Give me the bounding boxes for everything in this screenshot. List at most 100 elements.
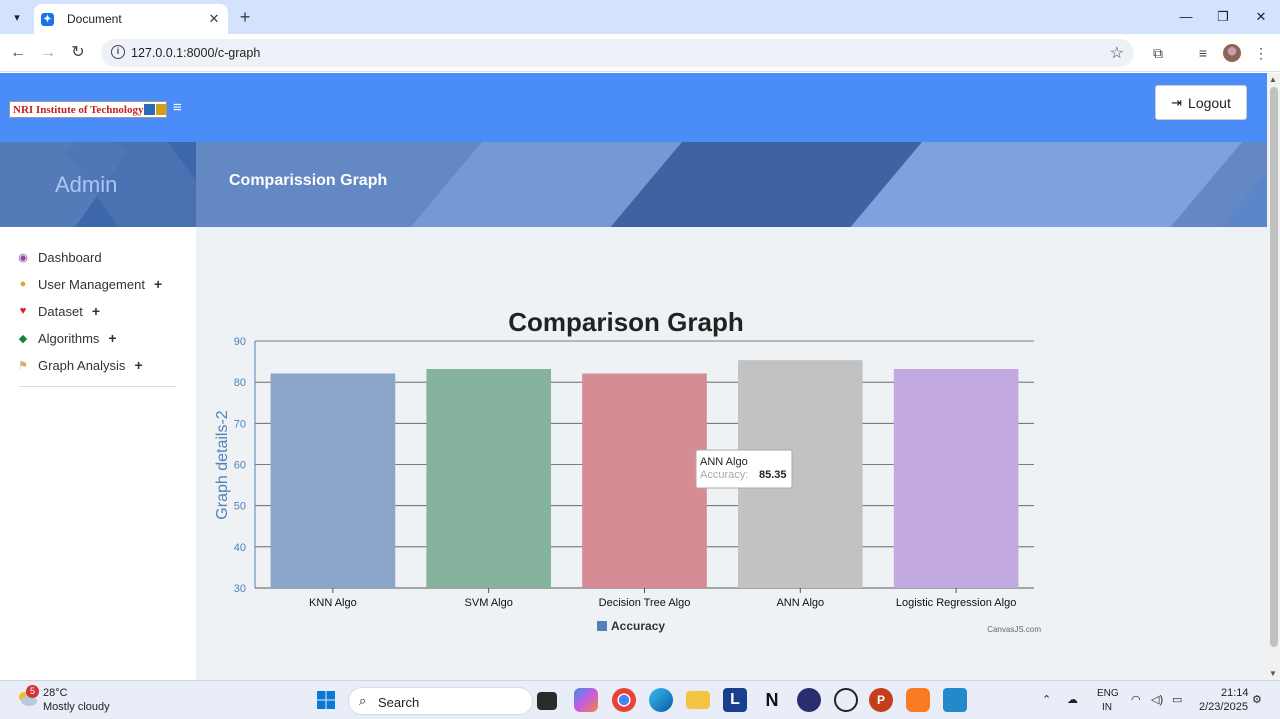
admin-panel-header: Admin (0, 142, 196, 227)
chrome-icon[interactable] (612, 688, 636, 712)
bookmark-star-icon[interactable]: ☆ (1110, 43, 1124, 63)
scroll-up-arrow-icon[interactable]: ▲ (1269, 75, 1277, 84)
sidebar-item-label: Dashboard (38, 249, 102, 265)
bar[interactable] (270, 373, 396, 588)
sidebar-item-graph-analysis[interactable]: ⚑ Graph Analysis + (16, 356, 143, 374)
tray-overflow-chevron-icon[interactable]: ⌃ (1042, 693, 1051, 706)
notification-bell-icon[interactable]: ⚙ (1252, 693, 1262, 706)
sidebar-item-algorithms[interactable]: ◆ Algorithms + (16, 329, 117, 347)
minimize-icon[interactable]: — (1171, 6, 1201, 28)
clock-time[interactable]: 21:14 (1221, 687, 1249, 699)
chatgpt-icon[interactable] (834, 688, 858, 712)
weather-badge: 5 (26, 685, 39, 698)
windows-taskbar: 5 28°C Mostly cloudy ⌕ Search L N P ⌃ ☁ … (0, 680, 1280, 719)
vscode-icon[interactable] (943, 688, 967, 712)
bar[interactable] (582, 373, 707, 588)
logo-text: NRI Institute of Technology (13, 103, 144, 116)
search-label: Search (378, 695, 420, 710)
l-app-icon[interactable]: L (723, 688, 747, 712)
address-bar[interactable]: i 127.0.0.1:8000/c-graph ☆ (101, 39, 1134, 67)
chart-credit[interactable]: CanvasJS.com (987, 625, 1041, 634)
clock-date[interactable]: 2/23/2025 (1199, 701, 1248, 713)
browser-menu-icon[interactable]: ⋮ (1251, 43, 1271, 63)
back-arrow-icon[interactable]: ← (7, 42, 29, 64)
expand-plus-icon[interactable]: + (134, 357, 142, 373)
naac-badge-icon (155, 104, 166, 115)
tooltip-series: Accuracy: (700, 469, 748, 481)
volume-icon[interactable]: ◁) (1151, 693, 1163, 706)
forward-arrow-icon[interactable]: → (37, 42, 59, 64)
sidebar-item-dashboard[interactable]: ◉ Dashboard (16, 248, 102, 266)
expand-plus-icon[interactable]: + (108, 330, 116, 346)
browser-tab-bar: ▾ ✦ Document ✕ + — ❐ ✕ (0, 0, 1280, 34)
expand-plus-icon[interactable]: + (154, 276, 162, 292)
chart-legend[interactable]: Accuracy (597, 619, 665, 633)
media-queue-icon[interactable]: ≡ (1193, 43, 1213, 63)
logout-label: Logout (1188, 94, 1231, 111)
legend-label: Accuracy (611, 619, 665, 633)
x-tick-label: Logistic Regression Algo (896, 597, 1016, 609)
reload-icon[interactable]: ↻ (67, 42, 89, 64)
tab-list-chevron-icon[interactable]: ▾ (6, 6, 28, 28)
eclipse-icon[interactable] (797, 688, 821, 712)
address-url[interactable]: 127.0.0.1:8000/c-graph (131, 46, 260, 60)
powerpoint-icon[interactable]: P (869, 688, 893, 712)
battery-icon[interactable]: ▭ (1172, 693, 1182, 706)
page-favicon-icon: ✦ (41, 12, 54, 26)
users-icon: ● (19, 278, 27, 290)
x-tick-label: SVM Algo (465, 597, 513, 609)
file-explorer-icon[interactable] (686, 691, 710, 709)
weather-description[interactable]: Mostly cloudy (43, 701, 110, 713)
profile-avatar[interactable] (1223, 44, 1241, 62)
tab-title: Document (67, 12, 122, 26)
search-icon: ⌕ (359, 693, 367, 708)
new-tab-plus-icon[interactable]: + (234, 6, 256, 28)
task-view-icon[interactable] (537, 692, 557, 710)
admin-title: Admin (55, 172, 118, 197)
taskbar-search-box[interactable]: ⌕ Search (348, 687, 533, 715)
scroll-down-arrow-icon[interactable]: ▼ (1269, 669, 1277, 678)
scroll-thumb[interactable] (1270, 87, 1278, 647)
weather-temperature[interactable]: 28°C (43, 687, 68, 699)
page-scrollbar[interactable]: ▲ ▼ (1267, 73, 1280, 680)
windows-start-icon[interactable] (314, 688, 338, 712)
y-tick-label: 30 (234, 583, 246, 595)
chart-tooltip: ANN Algo Accuracy: 85.35 (695, 449, 793, 489)
edge-icon[interactable] (649, 688, 673, 712)
web-page: NRI Institute of Technology ≡ ⇥ Logout A… (0, 73, 1267, 680)
x-tick-label: ANN Algo (776, 597, 824, 609)
y-axis-title: Graph details-2 (214, 410, 231, 519)
extensions-puzzle-icon[interactable]: ⧉ (1148, 43, 1168, 63)
y-tick-label: 90 (234, 336, 246, 348)
sidebar-item-dataset[interactable]: ♥ Dataset + (16, 302, 100, 320)
onedrive-cloud-icon[interactable]: ☁ (1067, 693, 1078, 706)
close-window-icon[interactable]: ✕ (1246, 6, 1276, 28)
y-tick-label: 40 (234, 542, 246, 554)
comparison-bar-chart[interactable]: Comparison Graph 30 40 50 60 70 80 90 KNN Algo… (196, 227, 1267, 680)
tags-icon: ◆ (18, 332, 28, 345)
expand-plus-icon[interactable]: + (92, 303, 100, 319)
sidebar: ◉ Dashboard ● User Management + ♥ Datase… (0, 227, 196, 680)
browser-tab[interactable]: ✦ Document ✕ (34, 4, 228, 34)
hamburger-menu-icon[interactable]: ≡ (173, 100, 187, 115)
tooltip-category: ANN Algo (700, 456, 748, 468)
top-navbar: NRI Institute of Technology ≡ ⇥ Logout (0, 73, 1267, 142)
sidebar-item-label: Algorithms (38, 330, 100, 346)
xampp-icon[interactable] (906, 688, 930, 712)
bar[interactable] (893, 368, 1019, 588)
notion-app-icon[interactable]: N (760, 688, 784, 712)
bar[interactable] (426, 368, 552, 588)
sidebar-divider (19, 386, 176, 387)
sidebar-item-user-management[interactable]: ● User Management + (16, 275, 162, 293)
y-tick-label: 50 (234, 501, 246, 513)
nri-logo[interactable]: NRI Institute of Technology (9, 101, 167, 118)
nba-badge-icon (143, 104, 155, 115)
language-code[interactable]: ENG (1097, 688, 1119, 699)
maximize-icon[interactable]: ❐ (1208, 6, 1238, 28)
site-info-icon[interactable]: i (111, 45, 125, 59)
copilot-icon[interactable] (574, 688, 598, 712)
wifi-icon[interactable]: ◠ (1131, 693, 1141, 706)
language-region[interactable]: IN (1102, 702, 1112, 713)
tab-close-icon[interactable]: ✕ (206, 11, 222, 27)
logout-button[interactable]: ⇥ Logout (1155, 85, 1247, 120)
